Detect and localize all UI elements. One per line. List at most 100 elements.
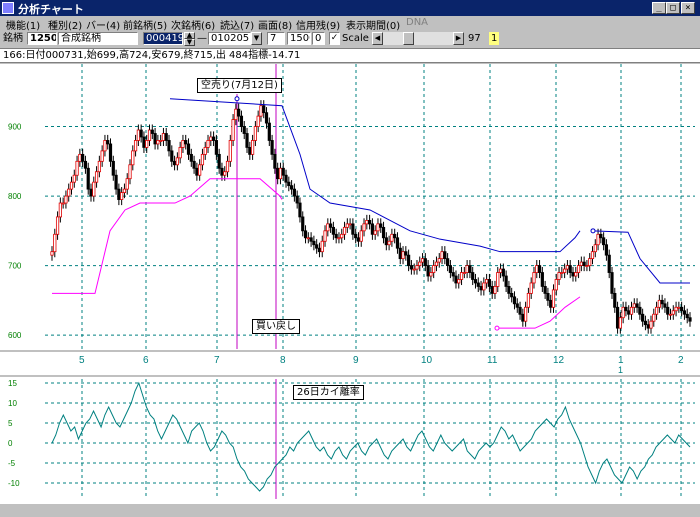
field-2[interactable]: 1500: [287, 32, 311, 45]
x-tick-sublabel: 1: [618, 365, 623, 375]
x-tick-label: 12: [553, 355, 565, 366]
candle-body: [323, 230, 327, 242]
candle-body: [225, 160, 230, 173]
maximize-button[interactable]: □: [666, 2, 680, 14]
candle-body: [142, 136, 146, 148]
candle-body: [267, 122, 271, 141]
candle-body: [404, 251, 408, 256]
trailing-stop-line: [592, 230, 690, 284]
menu-screen[interactable]: 画面(8): [258, 17, 292, 32]
candle-body: [543, 286, 547, 294]
scroll-right-button[interactable]: ▶: [453, 32, 464, 45]
candle-body: [412, 268, 416, 271]
candle-body: [668, 313, 673, 316]
candle-body: [521, 313, 525, 322]
candle-body: [125, 178, 129, 190]
candle-body: [643, 320, 648, 326]
scroll-left-button[interactable]: ◀: [372, 32, 383, 45]
candle-body: [203, 147, 207, 155]
menu-type[interactable]: 種別(2): [48, 17, 82, 32]
candle-body: [175, 157, 179, 166]
menu-function[interactable]: 機能(1): [6, 17, 40, 32]
issue-name-input[interactable]: 合成銘柄: [58, 32, 138, 45]
candle-body: [94, 171, 99, 183]
close-button[interactable]: ×: [681, 2, 695, 14]
candle-body: [395, 237, 400, 249]
candle-body: [81, 153, 85, 162]
candle-body: [465, 265, 469, 273]
field-1[interactable]: 7: [267, 32, 285, 45]
candle-body: [78, 153, 82, 162]
candle-body: [415, 265, 419, 270]
candle-body: [479, 286, 483, 291]
candle-body: [537, 265, 542, 273]
candle-body: [607, 254, 611, 273]
scale-scrollbar-thumb[interactable]: [403, 32, 414, 45]
candle-body: [457, 279, 461, 284]
field-3[interactable]: 0: [312, 32, 325, 45]
code-input[interactable]: 1250: [27, 32, 57, 45]
scale-scrollbar-track[interactable]: [383, 32, 453, 45]
candle-body: [178, 147, 182, 159]
candle-body: [61, 202, 65, 205]
candle-body: [529, 282, 533, 294]
candle-body: [320, 240, 324, 253]
candle-body: [289, 185, 294, 190]
candle-body: [632, 303, 636, 308]
candle-body: [345, 223, 349, 228]
candle-body: [473, 279, 478, 284]
candle-body: [390, 233, 394, 242]
menu-period[interactable]: 表示期間(0): [346, 17, 400, 32]
candle-body: [362, 223, 366, 232]
candle-body: [671, 310, 675, 315]
menu-bar-type[interactable]: バー(4): [86, 17, 120, 32]
candle-body: [242, 126, 246, 134]
minimize-button[interactable]: _: [652, 2, 666, 14]
date-combo[interactable]: 010205: [208, 32, 251, 45]
candle-body: [487, 279, 492, 287]
code-label: 銘柄: [3, 33, 23, 44]
candle-body: [512, 296, 517, 305]
candle-body: [167, 140, 171, 152]
candle-body: [317, 247, 322, 253]
candle-body: [97, 160, 101, 173]
menu-next-issue[interactable]: 次銘柄(6): [171, 17, 215, 32]
candle-body: [602, 237, 606, 246]
candle-body: [239, 115, 244, 127]
spin-down-button[interactable]: ▼: [184, 39, 195, 46]
candle-body: [434, 261, 439, 266]
candle-body: [111, 160, 115, 176]
candle-body: [159, 140, 163, 142]
x-tick-label: 5: [79, 355, 85, 366]
candle-body: [515, 303, 519, 308]
candle-body: [281, 167, 285, 176]
candle-body: [108, 143, 113, 162]
menu-load[interactable]: 読込(7): [220, 17, 254, 32]
candle-body: [256, 115, 260, 127]
y-tick-label: 800: [8, 192, 22, 201]
candle-body: [114, 174, 118, 190]
candle-body: [576, 265, 581, 273]
scale-checkbox[interactable]: ✓: [329, 32, 340, 45]
candle-body: [624, 306, 628, 312]
candle-body: [504, 275, 508, 287]
menu-dna: DNA: [406, 17, 429, 28]
candle-body: [103, 140, 107, 152]
candle-body: [329, 223, 333, 228]
y-tick-label: 0: [8, 439, 13, 448]
candle-body: [471, 272, 475, 280]
candle-body: [613, 292, 617, 308]
date-dropdown-button[interactable]: ▼: [251, 32, 262, 45]
candle-body: [680, 306, 684, 312]
candle-body: [387, 240, 391, 246]
number-input[interactable]: 000419: [143, 32, 183, 45]
menu-margin[interactable]: 信用残(9): [296, 17, 340, 32]
candle-body: [582, 261, 586, 266]
app-icon: [2, 2, 14, 14]
menu-prev-issue[interactable]: 前銘柄(5): [123, 17, 167, 32]
candle-body: [301, 216, 305, 232]
candle-body: [147, 129, 152, 141]
candle-body: [437, 258, 441, 263]
candle-body: [309, 237, 313, 242]
candle-body: [666, 306, 670, 315]
